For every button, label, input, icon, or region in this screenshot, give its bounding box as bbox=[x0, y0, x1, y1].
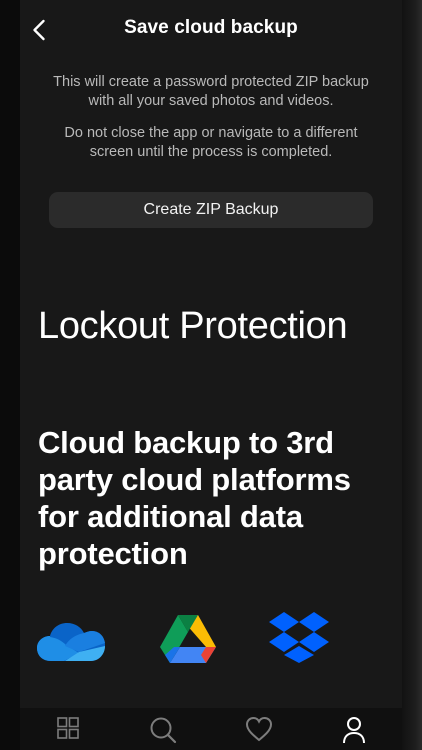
tab-search[interactable] bbox=[143, 716, 183, 750]
onedrive-icon bbox=[37, 623, 105, 661]
google-drive-icon bbox=[160, 615, 216, 663]
app-screen: Save cloud backup This will create a pas… bbox=[20, 0, 402, 750]
backup-warning: Do not close the app or navigate to a di… bbox=[64, 125, 358, 160]
lockout-protection-heading: Lockout Protection bbox=[38, 305, 348, 347]
cloud-providers bbox=[20, 605, 402, 675]
profile-icon bbox=[343, 717, 365, 744]
search-icon bbox=[150, 717, 177, 744]
dropbox-icon bbox=[269, 612, 329, 663]
tab-favorites[interactable] bbox=[239, 716, 279, 750]
backup-description: This will create a password protected ZI… bbox=[53, 74, 369, 109]
page-title: Save cloud backup bbox=[124, 17, 298, 38]
device-edge-right bbox=[402, 0, 422, 750]
cloud-backup-subheading: Cloud backup to 3rd party cloud platform… bbox=[38, 425, 351, 571]
grid-icon bbox=[57, 717, 79, 739]
tab-profile[interactable] bbox=[334, 716, 374, 750]
heart-icon bbox=[245, 716, 273, 742]
header: Save cloud backup bbox=[20, 0, 402, 58]
create-zip-backup-button[interactable]: Create ZIP Backup bbox=[49, 192, 373, 228]
tab-gallery[interactable] bbox=[48, 716, 88, 750]
tab-bar bbox=[20, 708, 402, 750]
device-edge-left bbox=[0, 0, 20, 750]
